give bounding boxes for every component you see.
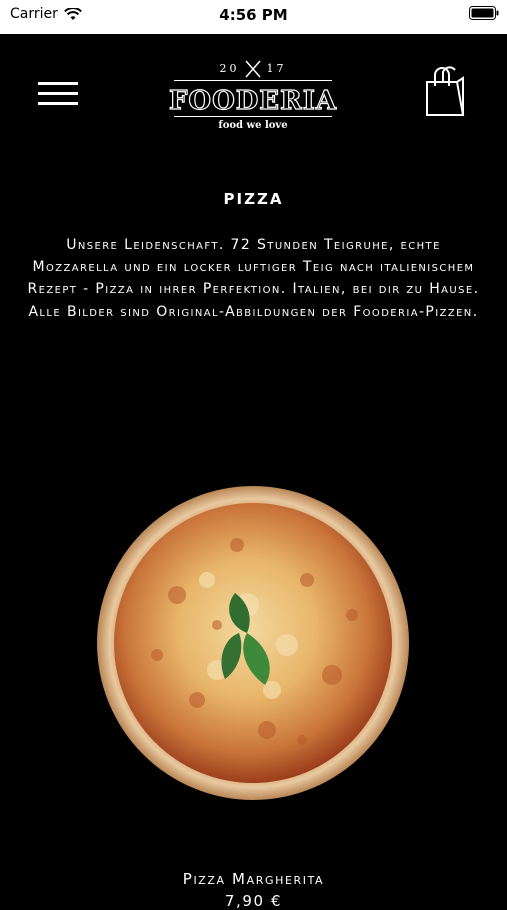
fooderia-logo[interactable]: 20 17 FOODERIA food we love	[168, 58, 338, 136]
status-bar: Carrier 4:56 PM	[0, 0, 507, 34]
logo-tagline: food we love	[218, 120, 288, 131]
hamburger-icon-line	[38, 92, 78, 95]
clock-time: 4:56 PM	[219, 6, 288, 24]
logo-rule-top	[174, 80, 332, 81]
crossed-utensils-icon	[245, 60, 261, 78]
product-price: 7,90 €	[224, 892, 283, 910]
logo-year-left: 20	[219, 62, 240, 75]
hamburger-icon-line	[38, 102, 78, 105]
logo-year-right: 17	[266, 62, 287, 75]
section-title: PIZZA	[223, 190, 284, 208]
logo-rule-bottom	[174, 116, 332, 117]
hamburger-icon-line	[38, 82, 78, 85]
section-description: Unsere Leidenschaft. 72 Stunden Teigruhe…	[27, 237, 480, 320]
menu-button[interactable]	[38, 82, 78, 106]
logo-name: FOODERIA	[168, 85, 338, 116]
product-name[interactable]: Pizza Margherita	[0, 870, 507, 888]
shopping-bag-icon[interactable]	[424, 66, 466, 118]
battery-icon	[469, 6, 499, 20]
pizza-margherita-image[interactable]	[97, 485, 410, 801]
